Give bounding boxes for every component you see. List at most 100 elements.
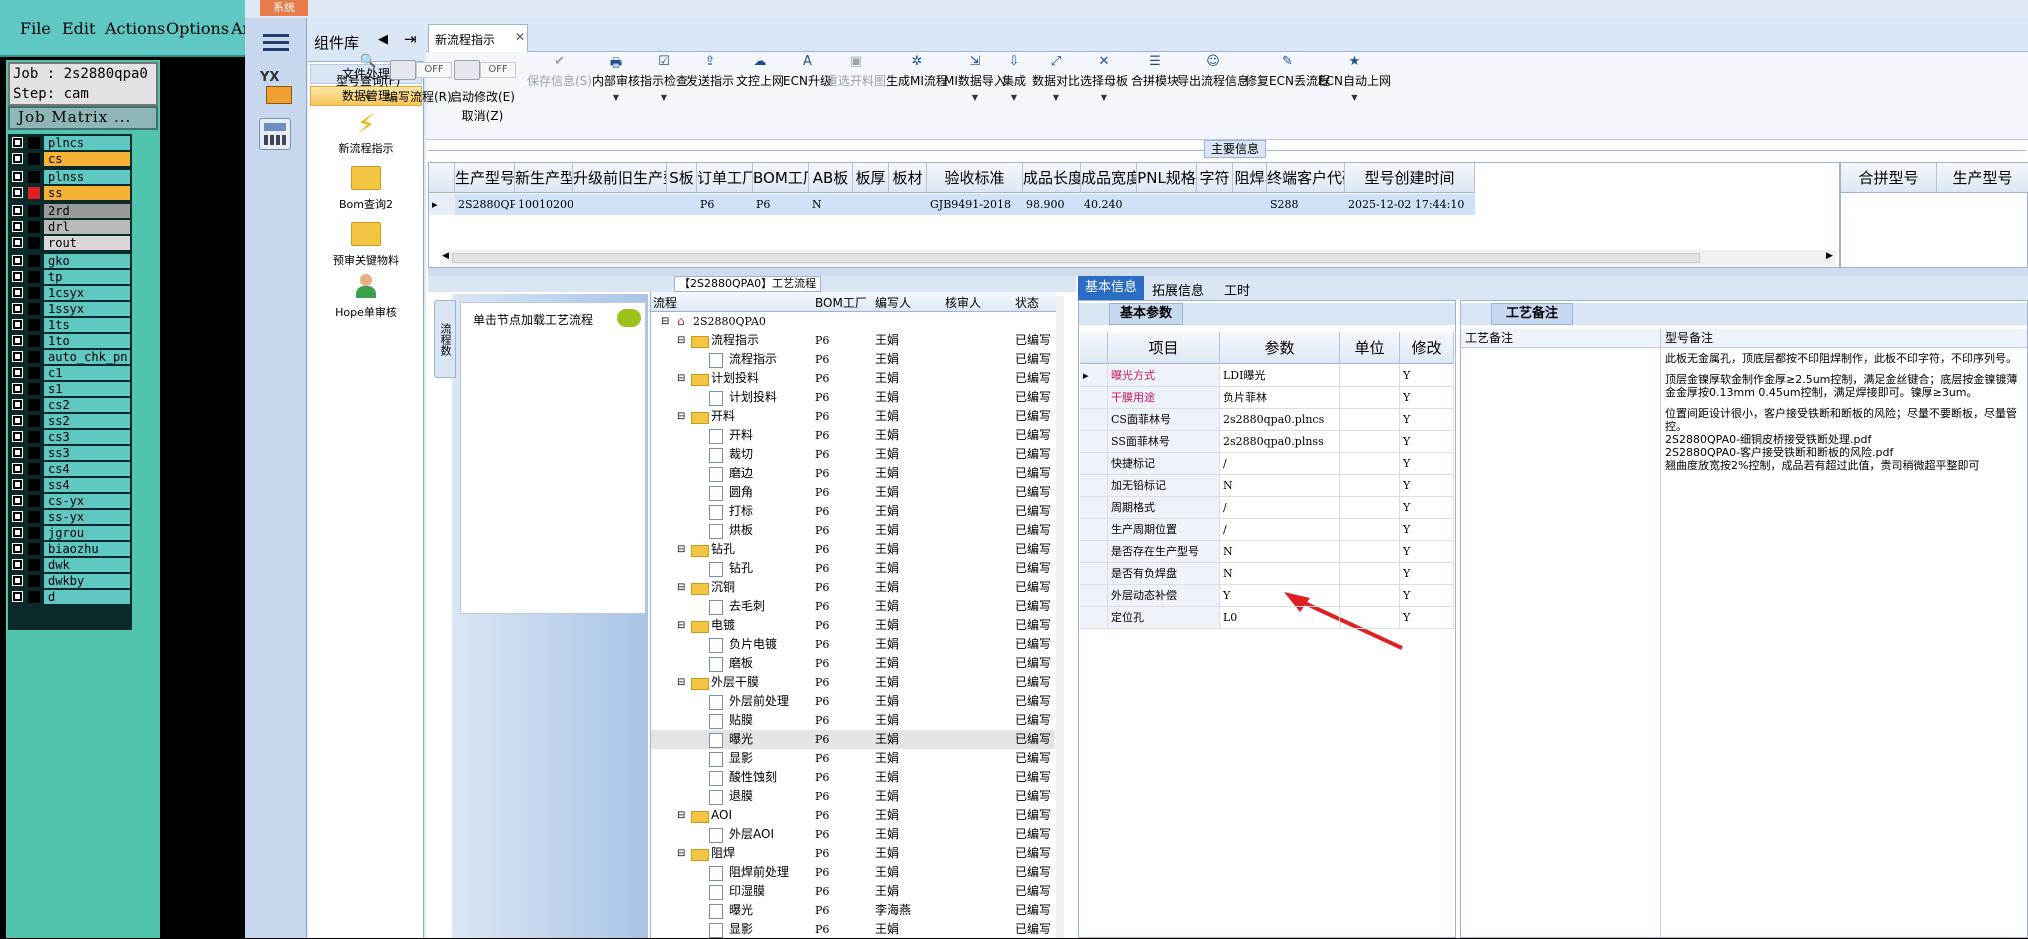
layer-row[interactable]: ss-yx [10,510,130,524]
bom-query-tool[interactable]: Bom查询2 [312,166,420,214]
basic-col-header[interactable]: 项目 [1108,332,1220,364]
layer-checkbox[interactable] [12,383,23,394]
collapse-left-icon[interactable]: ◀ [378,32,388,47]
row-selector[interactable] [1080,475,1108,497]
ribbon-button-13[interactable]: ⤢ 数据对比 ▼ [1032,54,1080,102]
param-value[interactable]: L0 [1220,607,1340,629]
layer-name[interactable]: jgrou [44,526,130,540]
ribbon-button-15[interactable]: ☰ 合拼模块 [1131,54,1179,89]
grid-cell[interactable] [1233,194,1267,215]
layer-checkbox[interactable] [12,153,23,164]
row-selector[interactable] [1080,607,1108,629]
grid-cell[interactable] [573,194,667,215]
col-header[interactable]: BOM工厂 [753,163,809,193]
cam-graphic-area[interactable] [160,60,245,938]
grid-cell[interactable]: P6 [753,194,809,215]
layer-row[interactable]: tp [10,270,130,284]
row-selector[interactable] [1080,453,1108,475]
basic-param-row[interactable]: 加无铅标记 N Y [1080,475,1454,497]
layer-row[interactable]: cs-yx [10,494,130,508]
layer-name[interactable]: ss [44,186,130,200]
layer-checkbox[interactable] [12,237,23,248]
layer-row[interactable]: 1to [10,334,130,348]
layer-name[interactable]: cs2 [44,398,130,412]
param-value[interactable]: LDI曝光 [1220,365,1340,387]
ribbon-button-4[interactable]: 🖶 内部审核 ▼ [592,54,640,102]
col-header[interactable]: 成品长度 [1023,163,1081,193]
grid-cell[interactable]: 98.900 [1023,194,1081,215]
layer-row[interactable]: 1csyx [10,286,130,300]
menu-actions[interactable]: Actions [105,19,165,38]
grid-cell[interactable]: GJB9491-2018 [927,194,1023,215]
tree-col-header[interactable]: BOM工厂 [815,294,867,311]
tree-node[interactable]: ⊟ 开料 P6 王娟 已编写 [651,407,1055,426]
ribbon-button-7[interactable]: ☁ 文控上网 [736,54,784,89]
layer-name[interactable]: tp [44,270,130,284]
col-header[interactable]: 板厚 [853,163,889,193]
param-value[interactable]: / [1220,497,1340,519]
layer-row[interactable]: gko [10,254,130,268]
layer-checkbox[interactable] [12,303,23,314]
basic-param-row[interactable]: 是否有负焊盘 N Y [1080,563,1454,585]
layer-name[interactable]: drl [44,220,130,234]
layer-checkbox[interactable] [12,431,23,442]
tree-node[interactable]: 显影 P6 王娟 已编写 [651,749,1055,768]
layer-checkbox[interactable] [12,511,23,522]
row-selector[interactable] [1080,387,1108,409]
layer-row[interactable]: cs4 [10,462,130,476]
layer-row[interactable]: 1ts [10,318,130,332]
layer-name[interactable]: 1csyx [44,286,130,300]
scroll-thumb[interactable] [452,253,1700,263]
tab-basic-info[interactable]: 基本信息 [1078,276,1144,300]
row-selector[interactable] [1080,541,1108,563]
basic-param-row[interactable]: CS面菲林号 2s2880qpa0.plncs Y [1080,409,1454,431]
param-unit[interactable] [1340,585,1400,607]
layer-checkbox[interactable] [12,137,23,148]
chevron-down-icon[interactable]: ▼ [1318,93,1391,102]
basic-param-row[interactable]: 干膜用途 负片菲林 Y [1080,387,1454,409]
tree-node[interactable]: ⊟ 计划投料 P6 王娟 已编写 [651,369,1055,388]
layer-name[interactable]: ss3 [44,446,130,460]
col-header[interactable]: PNL规格 [1137,163,1197,193]
layer-checkbox[interactable] [12,255,23,266]
layer-row[interactable]: biaozhu [10,542,130,556]
layer-row[interactable]: dwk [10,558,130,572]
tree-scrollbar[interactable] [1056,296,1064,938]
layer-name[interactable]: rout [44,236,130,250]
col-header-production-model[interactable]: 生产型号 [1937,163,2028,193]
param-modify[interactable]: Y [1400,607,1454,629]
hope-review-tool[interactable]: Hope单审核 [312,274,420,324]
tree-node[interactable]: ⊟ 阻焊 P6 王娟 已编写 [651,844,1055,863]
col-header[interactable]: 终端客户代码 [1267,163,1345,193]
chevron-down-icon[interactable]: ▼ [592,93,640,102]
col-header[interactable]: 板材 [889,163,927,193]
layer-row[interactable]: cs2 [10,398,130,412]
basic-col-header[interactable]: 修改 [1400,332,1454,364]
tree-node[interactable]: 去毛刺 P6 王娟 已编写 [651,597,1055,616]
layer-row[interactable]: cs [10,152,130,166]
layer-checkbox[interactable] [12,463,23,474]
param-modify[interactable]: Y [1400,585,1454,607]
col-header[interactable]: 升级前旧生产型号 [573,163,667,193]
col-header[interactable]: 成品宽度 [1081,163,1137,193]
param-unit[interactable] [1340,607,1400,629]
tree-node[interactable]: 磨板 P6 王娟 已编写 [651,654,1055,673]
layer-checkbox[interactable] [12,543,23,554]
layer-name[interactable]: plncs [44,136,130,150]
ribbon-toggle-1[interactable]: OFF [390,60,454,80]
collapse-icon[interactable]: ⊟ [677,806,689,825]
layer-row[interactable]: ss [10,186,130,200]
chevron-down-icon[interactable]: ▼ [1002,93,1026,102]
param-value[interactable]: N [1220,563,1340,585]
param-unit[interactable] [1340,519,1400,541]
param-value[interactable]: 负片菲林 [1220,387,1340,409]
layer-checkbox[interactable] [12,271,23,282]
layer-name[interactable]: 2rd [44,204,130,218]
param-value[interactable]: / [1220,519,1340,541]
param-value[interactable]: 2s2880qpa0.plnss [1220,431,1340,453]
grid-cell[interactable]: 10010200207989 [515,194,573,215]
flow-count-tab[interactable]: 流程数 [434,300,456,378]
tree-col-header[interactable]: 流程 [653,294,677,311]
layer-checkbox[interactable] [12,319,23,330]
tree-node[interactable]: 计划投料 P6 王娟 已编写 [651,388,1055,407]
